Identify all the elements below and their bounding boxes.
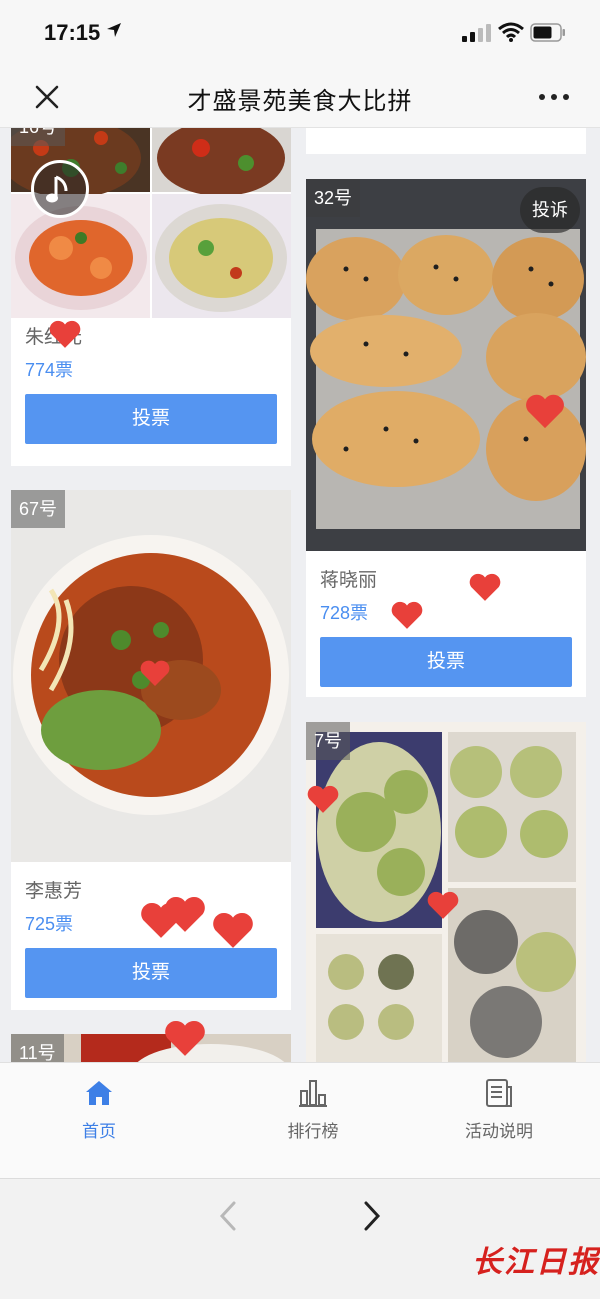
heart-icon [165, 896, 205, 932]
watermark-logo: 长江日报 [472, 1245, 600, 1280]
food-photo[interactable]: 11号 [11, 1034, 291, 1062]
status-bar: 17:15 [0, 0, 600, 66]
vote-count: 728票 [320, 603, 369, 623]
wifi-icon [498, 22, 524, 42]
heart-icon [49, 320, 81, 348]
heart-icon [307, 785, 339, 813]
entry-number-badge: 32号 [306, 179, 361, 217]
entry-number-badge: 11号 [11, 1034, 64, 1062]
tab-ranking[interactable]: 排行榜 [238, 1077, 388, 1142]
heart-icon [526, 394, 564, 429]
signal-icon [462, 24, 491, 42]
back-arrow-icon[interactable] [214, 1199, 242, 1233]
bar-chart-icon [299, 1080, 327, 1107]
heart-icon [427, 891, 459, 919]
vote-button[interactable]: 投票 [320, 637, 572, 687]
music-note-icon [46, 175, 68, 203]
vote-button[interactable]: 投票 [25, 394, 277, 444]
entry-card: 11号 [11, 1034, 291, 1062]
tab-label: 活动说明 [465, 1122, 533, 1141]
report-button[interactable]: 投诉 [520, 187, 580, 233]
music-toggle[interactable] [31, 160, 89, 218]
entrant-name: 蒋晓丽 [320, 570, 378, 591]
entry-number-badge: 67号 [11, 490, 66, 528]
status-time: 17:15 [44, 20, 101, 45]
food-photo[interactable]: 16号 [11, 128, 291, 318]
heart-icon [165, 1020, 205, 1056]
tab-label: 排行榜 [287, 1122, 339, 1141]
nav-bar: 才盛景苑美食大比拼 [0, 66, 600, 128]
vote-count: 774票 [25, 360, 74, 380]
food-photo[interactable]: 32号 投诉 [306, 179, 586, 551]
entries-feed[interactable]: 16号 朱红元 774票 投票 [0, 128, 600, 1062]
entry-number-badge: 16号 [11, 128, 66, 146]
entry-card: 16号 朱红元 774票 投票 [11, 128, 291, 466]
document-icon [486, 1079, 512, 1107]
bread-image [306, 179, 586, 551]
browser-toolbar: 长江日报 [0, 1178, 600, 1299]
entry-number-badge: 7号 [306, 722, 351, 760]
tab-label: 首页 [82, 1122, 116, 1141]
page-title: 才盛景苑美食大比拼 [187, 88, 413, 115]
forward-arrow-icon[interactable] [358, 1199, 386, 1233]
entrant-name: 李惠芳 [25, 881, 83, 902]
location-arrow-icon [107, 23, 121, 37]
home-icon [86, 1081, 112, 1105]
more-options-icon[interactable] [536, 82, 572, 112]
vote-count: 725票 [25, 914, 74, 934]
heart-icon [213, 912, 253, 948]
heart-icon [391, 601, 423, 629]
heart-icon [140, 660, 170, 686]
entry-card: 32号 投诉 蒋晓丽 728票 投票 [306, 179, 586, 697]
battery-icon [530, 23, 565, 42]
tab-activity-info[interactable]: 活动说明 [424, 1077, 574, 1142]
heart-icon [469, 573, 501, 601]
tab-bar: 首页 排行榜 活动说明 [0, 1062, 600, 1178]
tab-home[interactable]: 首页 [24, 1077, 174, 1142]
food-collage-image [11, 128, 291, 318]
vote-button[interactable]: 投票 [25, 948, 277, 998]
entry-card [306, 128, 586, 154]
